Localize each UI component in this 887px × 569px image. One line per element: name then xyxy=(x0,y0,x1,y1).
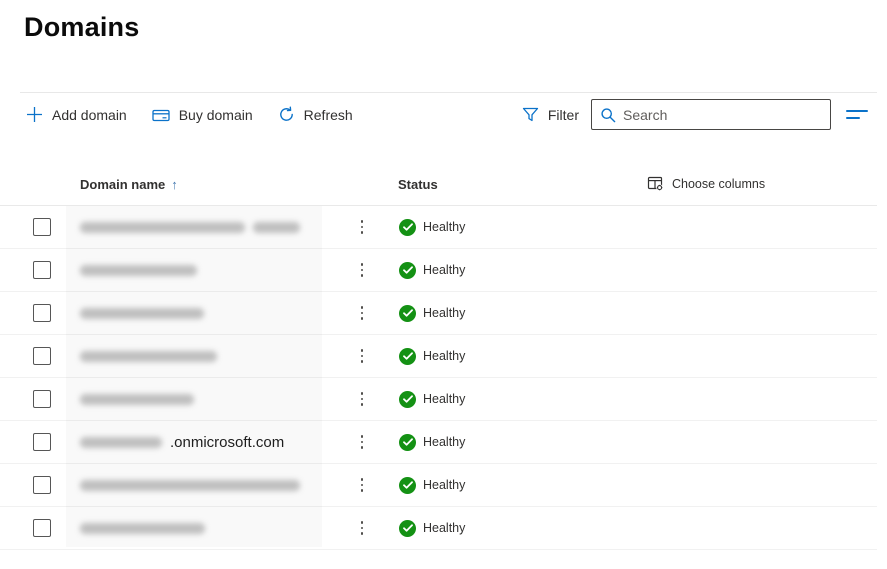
status-column-label: Status xyxy=(398,177,438,192)
redacted-domain-text xyxy=(80,264,197,276)
redacted-domain-text xyxy=(80,350,217,362)
domain-name-cell[interactable] xyxy=(80,206,350,248)
filter-funnel-icon xyxy=(522,107,539,123)
toolbar-divider xyxy=(20,92,877,93)
toolbar-right-group: Filter xyxy=(520,99,870,130)
choose-columns-label: Choose columns xyxy=(672,176,766,191)
filter-label: Filter xyxy=(547,106,579,123)
row-actions-kebab-icon[interactable] xyxy=(354,249,370,291)
domain-name-cell[interactable] xyxy=(80,292,350,334)
row-checkbox[interactable] xyxy=(33,218,51,236)
row-checkbox[interactable] xyxy=(33,519,51,537)
status-label: Healthy xyxy=(423,263,466,277)
status-label: Healthy xyxy=(423,349,466,363)
refresh-label: Refresh xyxy=(303,106,353,123)
status-badge: Healthy xyxy=(399,206,465,248)
row-checkbox[interactable] xyxy=(33,347,51,365)
choose-columns-button[interactable]: Choose columns xyxy=(647,175,765,192)
plus-icon xyxy=(26,106,43,123)
status-label: Healthy xyxy=(423,392,466,406)
row-actions-kebab-icon[interactable] xyxy=(354,206,370,248)
redacted-domain-text xyxy=(80,393,194,405)
table-row[interactable]: Healthy xyxy=(0,464,877,507)
row-actions-kebab-icon[interactable] xyxy=(354,421,370,463)
row-actions-kebab-icon[interactable] xyxy=(354,378,370,420)
table-row[interactable]: Healthy xyxy=(0,292,877,335)
search-icon xyxy=(600,107,616,123)
healthy-check-icon xyxy=(399,261,416,279)
status-badge: Healthy xyxy=(399,378,465,420)
domain-name-cell[interactable] xyxy=(80,249,350,291)
table-row[interactable]: Healthy xyxy=(0,249,877,292)
row-actions-kebab-icon[interactable] xyxy=(354,335,370,377)
healthy-check-icon xyxy=(399,433,416,451)
choose-columns-icon xyxy=(647,175,664,192)
row-actions-kebab-icon[interactable] xyxy=(354,464,370,506)
redacted-domain-text xyxy=(253,221,300,233)
status-column-header[interactable]: Status xyxy=(398,177,438,192)
healthy-check-icon xyxy=(399,519,416,537)
status-label: Healthy xyxy=(423,220,466,234)
table-row[interactable]: .onmicrosoft.com Healthy xyxy=(0,421,877,464)
filter-button[interactable]: Filter xyxy=(520,103,581,127)
status-badge: Healthy xyxy=(399,335,465,377)
healthy-check-icon xyxy=(399,304,416,322)
refresh-button[interactable]: Refresh xyxy=(276,102,355,127)
table-row[interactable]: Healthy xyxy=(0,507,877,550)
domain-name-column-label: Domain name xyxy=(80,177,166,192)
search-box xyxy=(591,99,831,130)
row-actions-kebab-icon[interactable] xyxy=(354,292,370,334)
healthy-check-icon xyxy=(399,390,416,408)
redacted-domain-text xyxy=(80,479,300,491)
row-checkbox[interactable] xyxy=(33,433,51,451)
domain-name-column-header[interactable]: Domain name ↑ xyxy=(80,177,178,192)
domain-visible-text: .onmicrosoft.com xyxy=(170,433,285,451)
buy-domain-button[interactable]: Buy domain xyxy=(150,103,255,127)
redacted-domain-text xyxy=(80,436,162,448)
status-badge: Healthy xyxy=(399,249,465,291)
redacted-domain-text xyxy=(80,522,205,534)
table-header: Domain name ↑ Status Choose columns xyxy=(0,168,877,205)
credit-card-icon xyxy=(152,107,170,123)
add-domain-button[interactable]: Add domain xyxy=(24,102,129,127)
page-title: Domains xyxy=(24,12,140,42)
row-checkbox[interactable] xyxy=(33,390,51,408)
row-actions-kebab-icon[interactable] xyxy=(354,507,370,549)
row-checkbox[interactable] xyxy=(33,304,51,322)
domain-name-cell[interactable] xyxy=(80,507,350,549)
command-bar: Add domain Buy domain Refresh Filter xyxy=(24,98,870,131)
healthy-check-icon xyxy=(399,347,416,365)
filter-lines-icon[interactable] xyxy=(844,106,870,123)
domain-name-cell[interactable] xyxy=(80,335,350,377)
table-row[interactable]: Healthy xyxy=(0,378,877,421)
row-checkbox[interactable] xyxy=(33,261,51,279)
healthy-check-icon xyxy=(399,218,416,236)
domain-name-cell[interactable]: .onmicrosoft.com xyxy=(80,421,350,463)
buy-domain-label: Buy domain xyxy=(178,106,253,123)
domains-table-body: Healthy Healthy Healthy Healthy Healthy … xyxy=(0,205,877,550)
row-checkbox[interactable] xyxy=(33,476,51,494)
domain-name-cell[interactable] xyxy=(80,378,350,420)
add-domain-label: Add domain xyxy=(52,106,127,123)
status-label: Healthy xyxy=(423,521,466,535)
search-input[interactable] xyxy=(623,106,822,123)
healthy-check-icon xyxy=(399,476,416,494)
domain-name-cell[interactable] xyxy=(80,464,350,506)
table-row[interactable]: Healthy xyxy=(0,335,877,378)
sort-ascending-icon: ↑ xyxy=(171,177,178,192)
redacted-domain-text xyxy=(80,307,204,319)
status-badge: Healthy xyxy=(399,464,465,506)
status-badge: Healthy xyxy=(399,421,465,463)
status-label: Healthy xyxy=(423,478,466,492)
status-label: Healthy xyxy=(423,435,466,449)
status-badge: Healthy xyxy=(399,292,465,334)
table-row[interactable]: Healthy xyxy=(0,206,877,249)
status-badge: Healthy xyxy=(399,507,465,549)
status-label: Healthy xyxy=(423,306,466,320)
redacted-domain-text xyxy=(80,221,245,233)
refresh-icon xyxy=(278,106,295,123)
